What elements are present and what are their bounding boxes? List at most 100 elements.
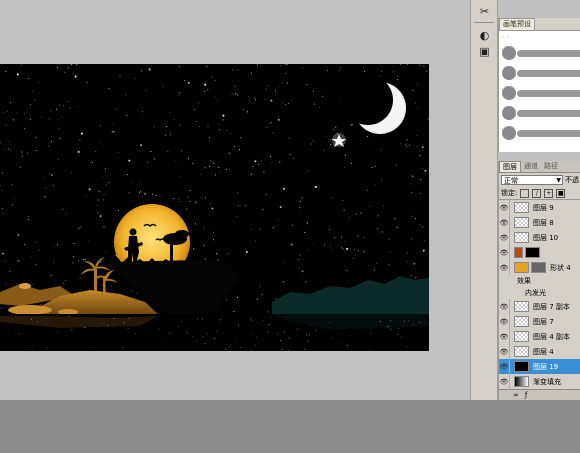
brush-preset-item[interactable] (499, 63, 580, 83)
brush-preset-item[interactable] (499, 83, 580, 103)
star (218, 166, 220, 168)
layer-row[interactable]: 👁 图层 4 副本 (499, 329, 580, 345)
star (68, 100, 69, 102)
star (132, 181, 134, 183)
star (10, 102, 11, 104)
layer-row[interactable]: 👁 图层 10 (499, 230, 580, 246)
layer-row[interactable]: 👁 图层 7 (499, 314, 580, 330)
star (64, 71, 66, 73)
star (368, 265, 370, 267)
star (178, 94, 180, 96)
star (247, 111, 248, 113)
layer-thumbnail (514, 232, 529, 243)
star (234, 93, 236, 95)
star (59, 104, 61, 106)
star (287, 103, 289, 104)
sparkle (30, 318, 32, 320)
star (151, 194, 153, 196)
visibility-eye-icon[interactable]: 👁 (499, 329, 510, 344)
visibility-eye-icon[interactable]: 👁 (499, 260, 510, 275)
layer-style-icon[interactable]: ƒ (525, 391, 527, 399)
lock-all-icon[interactable]: ■ (556, 188, 566, 198)
sparkle (195, 340, 197, 342)
visibility-eye-icon[interactable]: 👁 (499, 344, 510, 359)
star (79, 226, 81, 228)
star (198, 126, 200, 128)
star (352, 257, 354, 259)
sparkle (87, 346, 89, 348)
star (136, 292, 138, 294)
star (254, 160, 257, 163)
layer-row[interactable]: 👁 图层 8 (499, 215, 580, 231)
layer-mask-thumbnail (525, 247, 540, 258)
tab-channels[interactable]: 通道 (521, 161, 541, 171)
star (407, 64, 408, 65)
star (229, 133, 231, 135)
tools-icon[interactable]: ✂ (476, 4, 493, 19)
visibility-eye-icon[interactable]: 👁 (499, 359, 510, 374)
star (86, 82, 88, 84)
sparkle (191, 336, 193, 338)
star (50, 174, 53, 177)
blend-mode-select[interactable]: 正常 ▼ (501, 175, 563, 185)
lock-transparency-icon[interactable] (520, 188, 530, 198)
lock-pixels-icon[interactable]: / (532, 188, 542, 198)
star (11, 184, 12, 185)
tab-brush-presets[interactable]: 画笔预设 (499, 18, 535, 30)
layer-row[interactable]: 👁 图层 19 (499, 359, 580, 375)
layer-row[interactable]: 👁 图层 7 副本 (499, 299, 580, 315)
visibility-eye-icon[interactable]: 👁 (499, 215, 510, 230)
visibility-eye-icon[interactable]: 👁 (499, 200, 510, 215)
star (343, 166, 345, 168)
star (32, 283, 34, 285)
blend-row: 正常 ▼ 不透 (499, 173, 580, 187)
sparkle (315, 329, 317, 331)
brush-preset-item[interactable] (499, 123, 580, 143)
layer-effects-row[interactable]: 效果 (499, 275, 580, 287)
star (284, 64, 286, 66)
sparkle (46, 347, 48, 349)
star (207, 89, 209, 91)
brush-tip-icon (502, 126, 516, 140)
tab-layers[interactable]: 图层 (499, 161, 521, 172)
star (12, 204, 14, 206)
star (265, 88, 267, 90)
visibility-eye-icon[interactable]: 👁 (499, 245, 510, 260)
sparkle (229, 349, 231, 351)
star (217, 100, 219, 102)
visibility-eye-icon[interactable]: 👁 (499, 314, 510, 329)
image-canvas[interactable] (0, 64, 429, 351)
brush-panel-icon[interactable]: ◐ (476, 28, 493, 43)
layer-row[interactable]: 👁 图层 4 (499, 344, 580, 360)
effect-label: 效果 (517, 277, 531, 285)
star (4, 148, 6, 150)
layer-thumbnail (514, 361, 529, 372)
visibility-eye-icon[interactable]: 👁 (499, 374, 510, 389)
star (1, 189, 3, 191)
star (161, 196, 163, 197)
visibility-eye-icon[interactable]: 👁 (499, 299, 510, 314)
star (301, 270, 304, 273)
visibility-eye-icon[interactable]: 👁 (499, 230, 510, 245)
star (293, 157, 295, 159)
sparkle (81, 324, 83, 326)
layer-row[interactable]: 👁 渐变填充 (499, 374, 580, 390)
star (234, 85, 236, 87)
star (56, 66, 58, 68)
layer-row[interactable]: 👁 图层 9 (499, 200, 580, 216)
inner-glow-effect-row[interactable]: 内发光 (499, 287, 580, 299)
layer-comps-icon[interactable]: ▣ (476, 44, 493, 59)
link-layers-icon[interactable]: ∞ (513, 391, 519, 399)
tab-paths[interactable]: 路径 (541, 161, 561, 171)
layer-row[interactable]: 👁 (499, 245, 580, 261)
star (79, 277, 81, 279)
layer-row[interactable]: 👁 形状 4 (499, 260, 580, 276)
brush-preset-item[interactable] (499, 43, 580, 63)
star (23, 127, 25, 129)
star (57, 119, 59, 121)
lock-position-icon[interactable]: + (544, 188, 554, 198)
star (17, 259, 20, 262)
brush-preset-item[interactable] (499, 103, 580, 123)
sparkle (169, 332, 171, 334)
sparkle (413, 323, 415, 325)
